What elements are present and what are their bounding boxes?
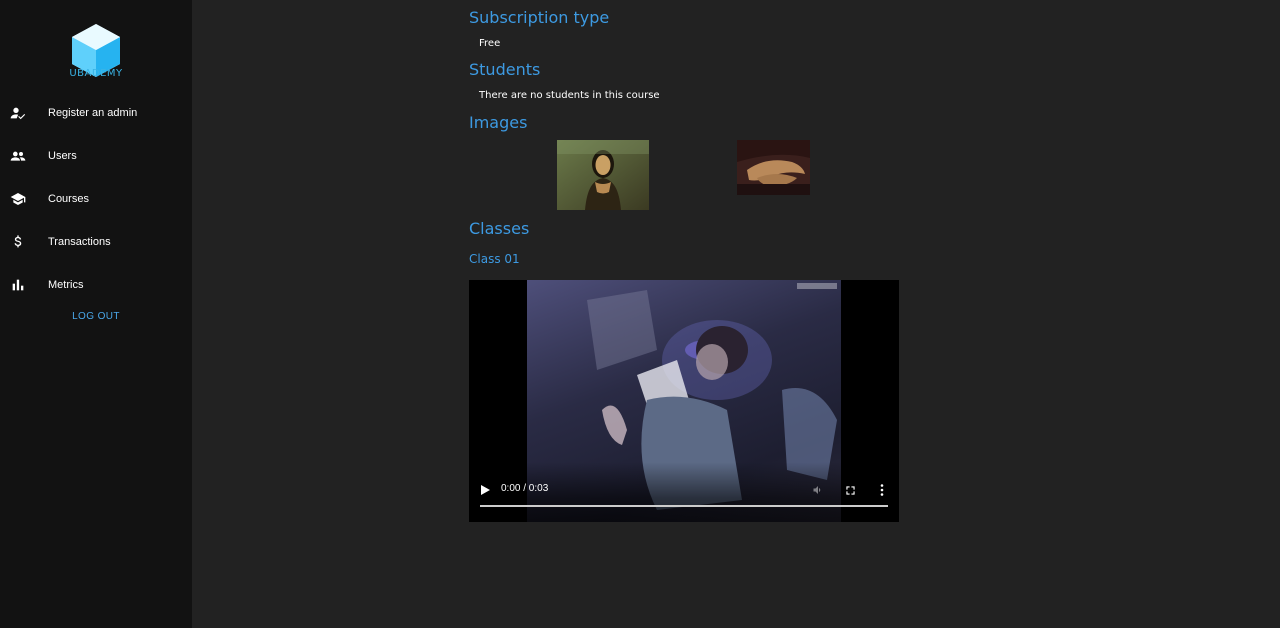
sidebar-item-courses[interactable]: Courses: [0, 177, 192, 220]
video-time: 0:00 / 0:03: [501, 483, 549, 494]
bar-chart-icon: [10, 277, 26, 293]
people-icon: [10, 148, 26, 164]
class-link[interactable]: Class 01: [469, 252, 520, 266]
classes-heading: Classes: [469, 219, 530, 238]
sidebar-item-metrics[interactable]: Metrics: [0, 263, 192, 306]
subscription-heading: Subscription type: [469, 8, 610, 27]
students-value: There are no students in this course: [479, 90, 660, 101]
course-detail: Subscription type Free Students There ar…: [192, 0, 1280, 628]
course-image-mona-lisa: [557, 140, 649, 210]
sidebar-item-register-admin[interactable]: Register an admin: [0, 91, 192, 134]
sidebar-item-label: Register an admin: [48, 106, 138, 119]
sidebar-item-transactions[interactable]: Transactions: [0, 220, 192, 263]
volume-icon[interactable]: [811, 483, 825, 497]
play-icon[interactable]: [478, 483, 492, 497]
school-icon: [10, 191, 26, 207]
video-progress-bar[interactable]: [480, 505, 888, 507]
subscription-value: Free: [479, 38, 501, 49]
person-check-icon: [10, 105, 26, 121]
brand-name: UBADEMY: [69, 68, 123, 79]
logout-button[interactable]: LOG OUT: [0, 311, 192, 322]
sidebar-item-label: Transactions: [48, 235, 111, 248]
fullscreen-icon[interactable]: [843, 483, 857, 497]
dollar-icon: [10, 234, 26, 250]
sidebar-item-label: Users: [48, 149, 77, 162]
sidebar: UBADEMY Register an admin Users Courses …: [0, 0, 192, 628]
sidebar-item-users[interactable]: Users: [0, 134, 192, 177]
class-video-player[interactable]: 0:00 / 0:03: [469, 280, 899, 522]
more-options-icon[interactable]: [875, 483, 889, 497]
images-heading: Images: [469, 113, 528, 132]
sidebar-item-label: Courses: [48, 192, 89, 205]
students-heading: Students: [469, 60, 541, 79]
course-image-mona-lisa-hands: [737, 140, 810, 195]
sidebar-item-label: Metrics: [48, 278, 84, 291]
